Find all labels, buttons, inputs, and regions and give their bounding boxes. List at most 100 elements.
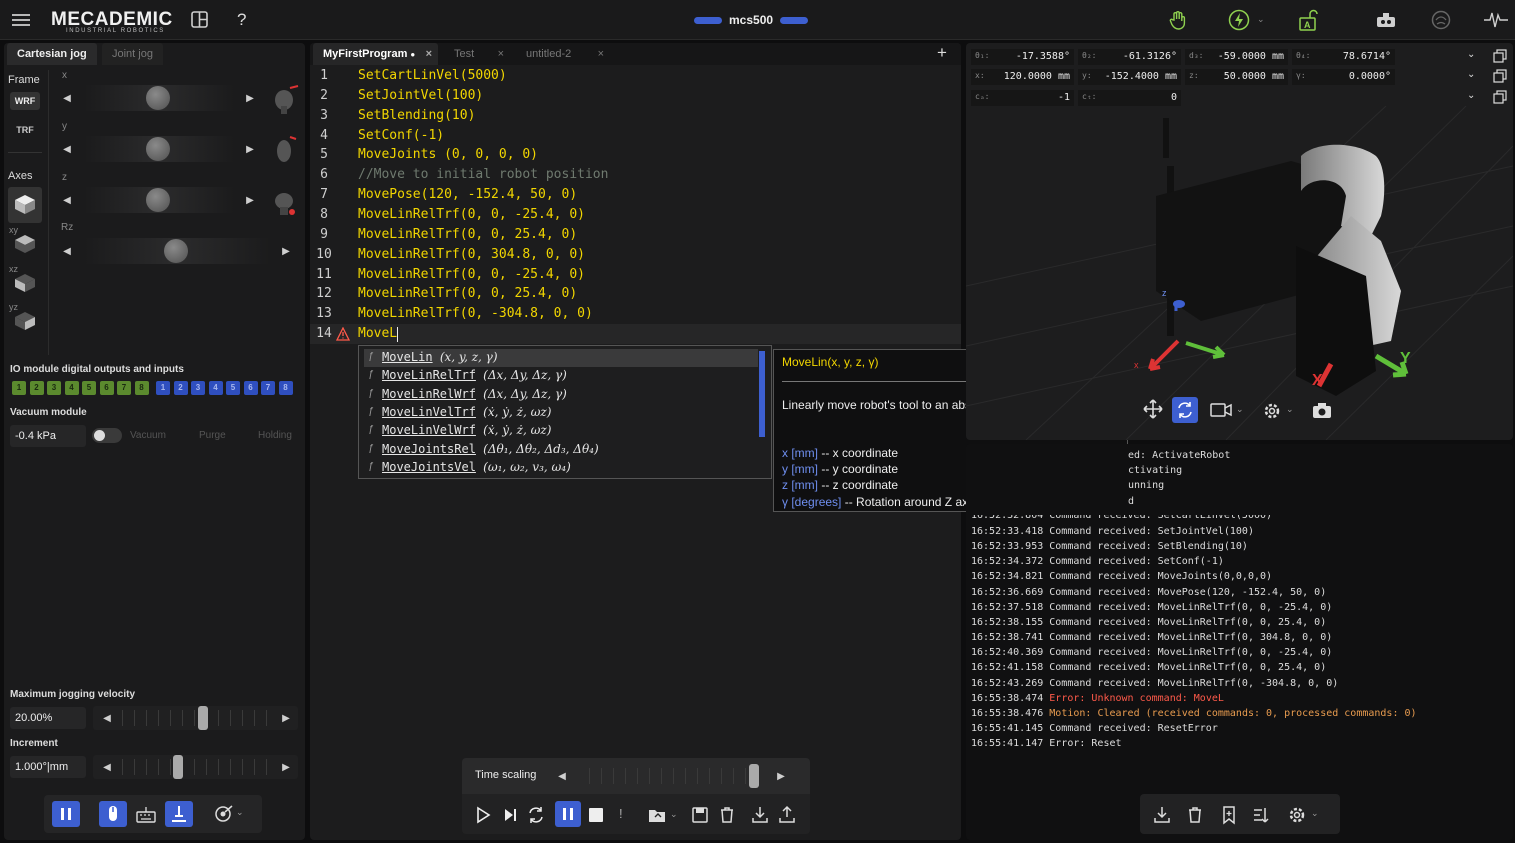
tab-joint-jog[interactable]: Joint jog [102, 43, 163, 65]
max-vel-knob[interactable] [198, 706, 209, 730]
hand-icon[interactable] [1167, 9, 1189, 31]
rotate-view-button[interactable] [1172, 397, 1198, 423]
vacuum-toggle[interactable] [92, 428, 122, 443]
jog-z-minus-button[interactable]: ◀ [58, 189, 76, 211]
autocomplete-item[interactable]: MoveJointsRel (Δθ₁, Δθ₂, Δd₃, Δθ₄) [382, 442, 599, 456]
tab-cartesian-jog[interactable]: Cartesian jog [7, 43, 97, 65]
3d-viewport[interactable]: z x Y X ⌄ ⌄ [966, 106, 1513, 440]
axes-yz-button[interactable] [12, 309, 38, 333]
time-scaling-plus-button[interactable]: ▶ [772, 765, 790, 787]
autocomplete-item[interactable]: MoveLin (x, y, z, γ) [382, 350, 498, 364]
autocomplete-item[interactable]: MoveLinVelWrf (ẋ, ẏ, ż, ωz) [382, 423, 551, 437]
loop-icon[interactable] [526, 805, 546, 825]
chevron-down-icon[interactable]: ⌄ [1236, 404, 1244, 415]
code-line[interactable]: SetBlending(10) [358, 108, 475, 123]
io-output-8[interactable]: 8 [134, 381, 149, 395]
keyboard-icon[interactable] [135, 804, 157, 824]
tool-icon[interactable] [165, 801, 193, 827]
copy-icon[interactable] [1493, 69, 1507, 83]
move-icon[interactable] [1142, 398, 1164, 420]
filter-icon[interactable] [1252, 805, 1272, 825]
new-tab-button[interactable]: + [937, 43, 947, 63]
tab-test[interactable]: Test × [444, 43, 510, 65]
chevron-down-icon[interactable]: ⌄ [1311, 808, 1319, 819]
jog-rz-minus-button[interactable]: ◀ [58, 240, 76, 262]
copy-icon[interactable] [1493, 90, 1507, 104]
code-line[interactable]: //Move to initial robot position [358, 167, 608, 182]
jog-x-minus-button[interactable]: ◀ [58, 87, 76, 109]
code-line[interactable]: MoveJoints (0, 0, 0, 0) [358, 147, 538, 162]
code-line[interactable]: MoveLinRelTrf(0, 304.8, 0, 0) [358, 247, 585, 262]
step-icon[interactable] [501, 805, 521, 825]
jog-rz-plus-button[interactable]: ▶ [277, 240, 295, 262]
copy-icon[interactable] [1493, 49, 1507, 63]
chevron-down-icon[interactable]: ⌄ [1467, 69, 1475, 80]
play-icon[interactable] [473, 805, 493, 825]
vacuum-option-vacuum[interactable]: Vacuum [130, 430, 166, 441]
max-vel-minus-button[interactable]: ◀ [98, 707, 116, 729]
bookmark-icon[interactable] [1219, 805, 1239, 825]
close-icon[interactable]: × [498, 43, 504, 65]
upload-icon[interactable] [777, 805, 797, 825]
io-output-6[interactable]: 6 [99, 381, 114, 395]
alert-icon[interactable]: ! [619, 806, 623, 821]
code-line[interactable]: MoveLinRelTrf(0, 0, -25.4, 0) [358, 267, 585, 282]
autocomplete-scrollbar[interactable] [759, 351, 765, 437]
frame-trf-button[interactable]: TRF [10, 121, 40, 139]
chevron-down-icon[interactable]: ⌄ [1286, 404, 1294, 415]
autocomplete-item[interactable]: MoveLinRelTrf (Δx, Δy, Δz, γ) [382, 368, 567, 382]
trash-icon[interactable] [1185, 805, 1205, 825]
code-line[interactable]: SetCartLinVel(5000) [358, 68, 507, 83]
tab-untitled-2[interactable]: untitled-2 × [516, 43, 610, 65]
power-icon[interactable] [1228, 9, 1250, 31]
io-output-7[interactable]: 7 [117, 381, 131, 395]
code-line[interactable]: SetJointVel(100) [358, 88, 483, 103]
increment-plus-button[interactable]: ▶ [277, 756, 295, 778]
axes-3d-button[interactable] [8, 187, 42, 223]
pause-button[interactable] [555, 801, 581, 827]
io-output-2[interactable]: 2 [29, 381, 44, 395]
io-output-5[interactable]: 5 [82, 381, 96, 395]
gear-icon[interactable] [1262, 401, 1282, 421]
waveform-icon[interactable] [1483, 9, 1509, 31]
io-output-1[interactable]: 1 [12, 381, 26, 395]
tab-myfirstprogram[interactable]: MyFirstProgram ● × [313, 43, 438, 65]
chevron-down-icon[interactable]: ⌄ [1467, 49, 1475, 60]
max-vel-slider[interactable] [122, 707, 270, 729]
close-icon[interactable]: × [426, 43, 432, 65]
chevron-down-icon[interactable]: ⌄ [1467, 90, 1475, 101]
max-vel-plus-button[interactable]: ▶ [277, 707, 295, 729]
code-line[interactable]: MoveLinRelTrf(0, 0, -25.4, 0) [358, 207, 585, 222]
increment-minus-button[interactable]: ◀ [98, 756, 116, 778]
folder-icon[interactable] [647, 805, 667, 825]
increment-slider[interactable] [122, 756, 270, 778]
jog-rz-knob[interactable] [164, 239, 188, 263]
robot-icon[interactable] [1375, 9, 1397, 31]
max-vel-value[interactable]: 20.00% [10, 707, 86, 729]
axes-xy-button[interactable] [12, 232, 38, 256]
download-icon[interactable] [750, 805, 770, 825]
gear-icon[interactable] [1287, 805, 1307, 825]
brain-icon[interactable] [1430, 9, 1452, 31]
stop-icon[interactable] [586, 805, 606, 825]
download-icon[interactable] [1152, 805, 1172, 825]
code-line[interactable]: MoveLinRelTrf(0, -304.8, 0, 0) [358, 306, 593, 321]
io-output-4[interactable]: 4 [64, 381, 79, 395]
save-icon[interactable] [690, 805, 710, 825]
mouse-icon[interactable] [99, 801, 127, 827]
vacuum-option-purge[interactable]: Purge [199, 430, 226, 441]
chevron-down-icon[interactable]: ⌄ [236, 807, 244, 818]
autocomplete-item[interactable]: MoveLinRelWrf (Δx, Δy, Δz, γ) [382, 387, 567, 401]
target-icon[interactable] [213, 804, 235, 824]
jog-y-minus-button[interactable]: ◀ [58, 138, 76, 160]
auto-mode-icon[interactable]: A [1297, 9, 1319, 31]
jog-x-plus-button[interactable]: ▶ [241, 87, 259, 109]
chevron-down-icon[interactable]: ⌄ [670, 809, 678, 820]
axes-xz-button[interactable] [12, 271, 38, 295]
code-line[interactable]: MoveLinRelTrf(0, 0, 25.4, 0) [358, 286, 577, 301]
time-scaling-slider[interactable] [589, 765, 763, 787]
jog-y-plus-button[interactable]: ▶ [241, 138, 259, 160]
code-line[interactable]: MoveL [358, 326, 397, 341]
menu-icon[interactable] [10, 9, 32, 31]
close-icon[interactable]: × [598, 43, 604, 65]
